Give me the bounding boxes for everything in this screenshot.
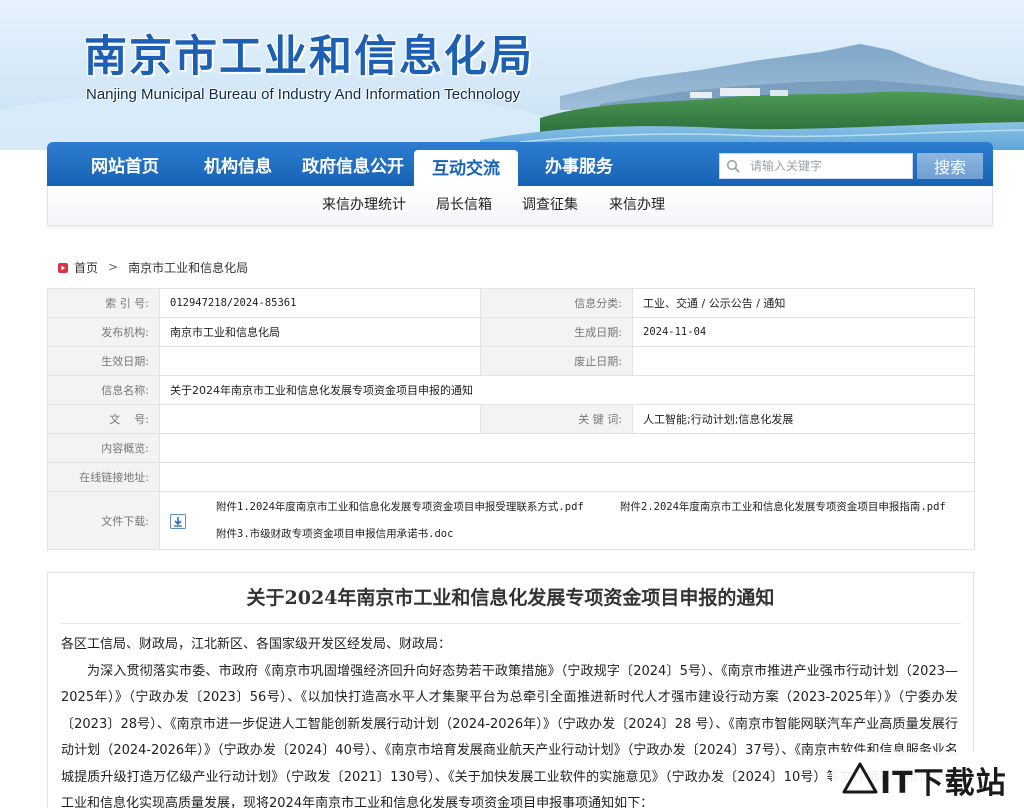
sub-nav: 来信办理统计 局长信箱 调查征集 来信办理	[47, 186, 993, 226]
table-row: 信息名称: 关于2024年南京市工业和信息化发展专项资金项目申报的通知	[47, 375, 975, 405]
keywords-label: 关 键 词:	[480, 404, 633, 434]
site-title: 南京市工业和信息化局	[84, 32, 534, 82]
site-watermark: IT下载站	[832, 752, 1024, 808]
category-value: 工业、交通 / 公示公告 / 通知	[632, 288, 975, 318]
online-link-value	[159, 462, 975, 492]
site-subtitle: Nanjing Municipal Bureau of Industry And…	[86, 86, 521, 103]
subnav-item-director-mailbox[interactable]: 局长信箱	[436, 186, 492, 226]
header-banner: 南京市工业和信息化局 Nanjing Municipal Bureau of I…	[0, 0, 1024, 150]
subnav-item-letter-stats[interactable]: 来信办理统计	[322, 186, 406, 226]
publisher-label: 发布机构:	[47, 317, 160, 347]
attachment-link-1[interactable]: 附件1.2024年度南京市工业和信息化发展专项资金项目申报受理联系方式.pdf	[216, 499, 584, 514]
created-date-label: 生成日期:	[480, 317, 633, 347]
breadcrumb-current[interactable]: 南京市工业和信息化局	[128, 259, 248, 276]
subnav-item-survey[interactable]: 调查征集	[522, 186, 578, 226]
keywords-value: 人工智能;行动计划;信息化发展	[632, 404, 975, 434]
nav-item-services[interactable]: 办事服务	[529, 142, 629, 186]
main-nav: 网站首页 机构信息 政府信息公开 互动交流 办事服务 搜索	[47, 142, 993, 186]
article-body: 各区工信局、财政局，江北新区、各国家级开发区经发局、财政局： 为深入贯彻落实市委…	[61, 632, 958, 808]
table-row: 文件下载: 附件1.2024年度南京市工业和信息化发展专项资金项目申报受理联系方…	[47, 491, 975, 550]
nav-item-org-info[interactable]: 机构信息	[188, 142, 288, 186]
home-bullet-icon	[58, 262, 68, 273]
article-paragraph: 为深入贯彻落实市委、市政府《南京市巩固增强经济回升向好态势若干政策措施》（宁政规…	[61, 663, 958, 808]
search-box	[719, 153, 913, 179]
index-no-label: 索 引 号:	[47, 288, 160, 318]
triangle-logo-icon	[842, 761, 878, 799]
files-label: 文件下载:	[47, 491, 160, 550]
files-value: 附件1.2024年度南京市工业和信息化发展专项资金项目申报受理联系方式.pdf …	[159, 491, 975, 550]
table-row: 在线链接地址:	[47, 462, 975, 492]
expire-date-value	[632, 346, 975, 376]
created-date-value: 2024-11-04	[632, 317, 975, 347]
table-row: 生效日期: 废止日期:	[47, 346, 975, 376]
expire-date-label: 废止日期:	[480, 346, 633, 376]
info-name-value: 关于2024年南京市工业和信息化发展专项资金项目申报的通知	[159, 375, 975, 405]
table-row: 内容概览:	[47, 433, 975, 463]
article-title: 关于2024年南京市工业和信息化发展专项资金项目申报的通知	[246, 587, 775, 609]
nav-item-gov-info-public[interactable]: 政府信息公开	[296, 142, 410, 186]
effective-date-value	[159, 346, 481, 376]
publisher-value: 南京市工业和信息化局	[159, 317, 481, 347]
breadcrumb-separator: >	[108, 260, 119, 274]
index-no-value: 012947218/2024-85361	[159, 288, 481, 318]
download-icon[interactable]	[170, 514, 186, 532]
info-table: 索 引 号: 012947218/2024-85361 信息分类: 工业、交通 …	[47, 288, 975, 550]
category-label: 信息分类:	[480, 288, 633, 318]
article-divider	[60, 623, 961, 624]
nav-item-home[interactable]: 网站首页	[72, 142, 178, 186]
table-row: 发布机构: 南京市工业和信息化局 生成日期: 2024-11-04	[47, 317, 975, 347]
subnav-item-letter-handling[interactable]: 来信办理	[609, 186, 665, 226]
attachment-link-2[interactable]: 附件2.2024年度南京市工业和信息化发展专项资金项目申报指南.pdf	[620, 499, 946, 514]
search-icon	[720, 154, 746, 178]
nav-item-interaction[interactable]: 互动交流	[414, 150, 518, 186]
doc-no-value	[159, 404, 481, 434]
table-row: 文 号: 关 键 词: 人工智能;行动计划;信息化发展	[47, 404, 975, 434]
breadcrumb: 首页 > 南京市工业和信息化局	[58, 258, 248, 276]
watermark-text: IT下载站	[880, 766, 1007, 801]
table-row: 索 引 号: 012947218/2024-85361 信息分类: 工业、交通 …	[47, 288, 975, 318]
summary-value	[159, 433, 975, 463]
summary-label: 内容概览:	[47, 433, 160, 463]
breadcrumb-home-link[interactable]: 首页	[74, 259, 98, 276]
search-input[interactable]	[746, 155, 912, 177]
online-link-label: 在线链接地址:	[47, 462, 160, 492]
info-name-label: 信息名称:	[47, 375, 160, 405]
doc-no-label: 文 号:	[47, 404, 160, 434]
article-salutation: 各区工信局、财政局，江北新区、各国家级开发区经发局、财政局：	[61, 637, 452, 652]
search-button[interactable]: 搜索	[917, 153, 983, 179]
effective-date-label: 生效日期:	[47, 346, 160, 376]
attachment-link-3[interactable]: 附件3.市级财政专项资金项目申报信用承诺书.doc	[216, 526, 453, 541]
